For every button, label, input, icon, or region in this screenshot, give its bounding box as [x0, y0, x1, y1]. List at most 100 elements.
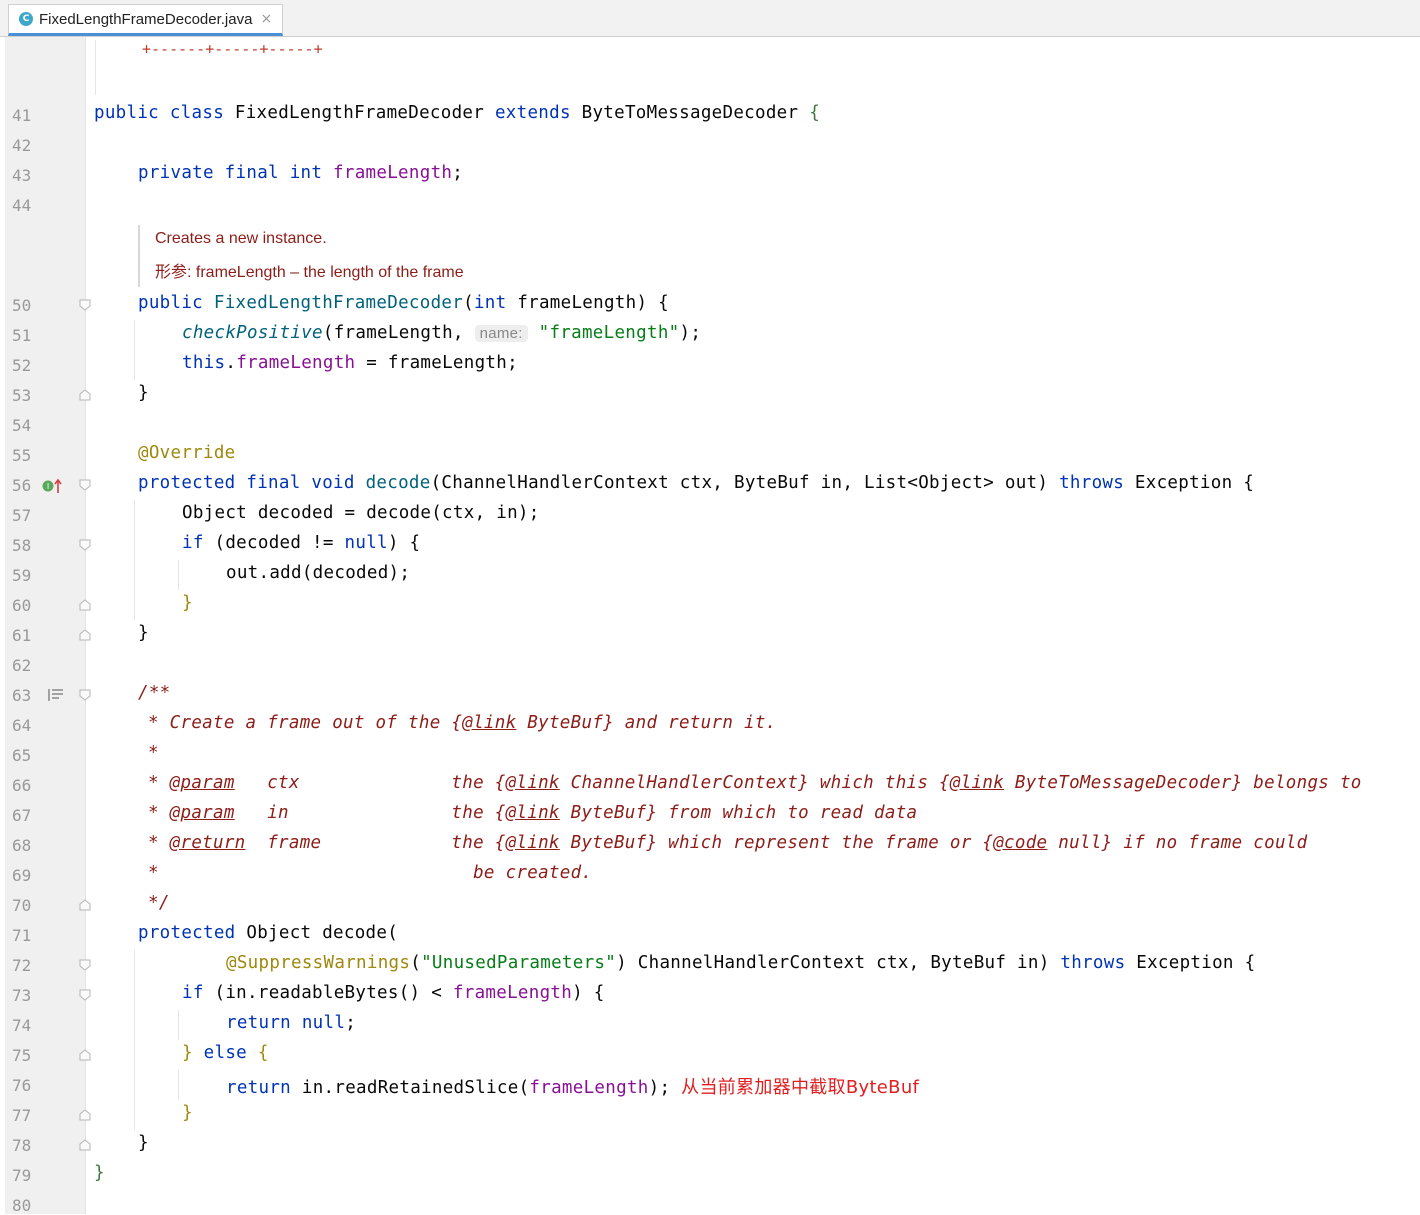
code-line-55: @Override — [138, 443, 236, 463]
line-number: 70 — [12, 896, 32, 915]
line-number: 57 — [12, 506, 32, 525]
code-line-76: return in.readRetainedSlice(frameLength)… — [226, 1073, 919, 1099]
line-number: 42 — [12, 136, 32, 155]
line-number: 50 — [12, 296, 32, 315]
fold-icon[interactable] — [79, 989, 91, 1001]
token: ; — [345, 1013, 357, 1033]
token: @return — [169, 833, 246, 853]
code-line-43: private final int frameLength; — [138, 163, 463, 183]
token: ByteBuf} and return it. — [516, 713, 777, 733]
code-line-73: if (in.readableBytes() < frameLength) { — [182, 983, 605, 1003]
token: frameLength) { — [517, 293, 669, 313]
token: checkPositive — [182, 323, 323, 343]
line-number: 68 — [12, 836, 32, 855]
token: } — [182, 1043, 204, 1063]
token: @link — [462, 713, 517, 733]
token: * Create a frame out of the { — [148, 713, 463, 733]
editor-tab-bar: C FixedLengthFrameDecoder.java × — [0, 0, 1420, 37]
javadoc-description: Creates a new instance. — [155, 230, 327, 247]
fold-icon[interactable] — [79, 1049, 91, 1061]
line-number: 54 — [12, 416, 32, 435]
token: ByteBuf} which represent the frame or { — [559, 833, 994, 853]
token: null} if no frame could — [1047, 833, 1308, 853]
close-icon[interactable]: × — [260, 11, 272, 27]
line-number: 72 — [12, 956, 32, 975]
code-line-52: this.frameLength = frameLength; — [182, 353, 518, 373]
token: * — [148, 833, 170, 853]
tab-fixed-length-frame-decoder[interactable]: C FixedLengthFrameDecoder.java × — [8, 4, 284, 36]
code-line-60: } — [182, 593, 193, 613]
token: ) { — [572, 983, 605, 1003]
code-line-67: * @param in the {@link ByteBuf} from whi… — [148, 803, 917, 823]
token: frame the { — [245, 833, 506, 853]
fold-icon[interactable] — [79, 539, 91, 551]
token: frameLength — [333, 163, 453, 183]
token: ByteToMessageDecoder — [581, 103, 810, 123]
token: * — [148, 773, 170, 793]
java-class-icon: C — [19, 12, 33, 26]
indent-guide — [178, 560, 179, 590]
line-number: 67 — [12, 806, 32, 825]
fold-icon[interactable] — [79, 1109, 91, 1121]
token: protected final void — [138, 473, 366, 493]
rendered-doc-icon[interactable] — [48, 687, 64, 701]
token: FixedLengthFrameDecoder — [213, 293, 464, 313]
line-number: 76 — [12, 1076, 32, 1095]
fold-icon[interactable] — [79, 299, 91, 311]
line-number: 80 — [12, 1196, 32, 1215]
token: @code — [993, 833, 1048, 853]
code-line-77: } — [182, 1103, 193, 1123]
code-line-57: Object decoded = decode(ctx, in); — [182, 503, 540, 523]
code-line-79: } — [94, 1163, 105, 1183]
token: . — [225, 353, 237, 373]
fold-icon[interactable] — [79, 599, 91, 611]
fold-icon[interactable] — [79, 899, 91, 911]
line-number: 79 — [12, 1166, 32, 1185]
line-number: 66 — [12, 776, 32, 795]
line-number: 71 — [12, 926, 32, 945]
code-line-51: checkPositive(frameLength, name: "frameL… — [182, 323, 701, 343]
code-line-50: public FixedLengthFrameDecoder(int frame… — [138, 293, 669, 313]
token: public — [138, 293, 214, 313]
token: if — [182, 983, 215, 1003]
token: ) { — [387, 533, 421, 553]
annotation-note: 从当前累加器中截取ByteBuf — [681, 1077, 920, 1098]
token: frameLength — [452, 983, 573, 1003]
fold-icon[interactable] — [79, 959, 91, 971]
code-line-59: out.add(decoded); — [226, 563, 411, 583]
token: else — [203, 1043, 258, 1063]
fold-icon[interactable] — [79, 479, 91, 491]
token: ctx the { — [234, 773, 506, 793]
line-number: 75 — [12, 1046, 32, 1065]
line-number: 61 — [12, 626, 32, 645]
indent-guide — [134, 500, 135, 620]
fold-icon[interactable] — [79, 389, 91, 401]
line-number: 74 — [12, 1016, 32, 1035]
token: "frameLength" — [538, 323, 680, 343]
override-icon[interactable]: I — [42, 478, 64, 494]
token: ByteToMessageDecoder} belongs to — [1004, 773, 1362, 793]
fold-icon[interactable] — [79, 689, 91, 701]
code-line-74: return null; — [226, 1013, 356, 1033]
token: throws — [1060, 953, 1137, 973]
line-number: 69 — [12, 866, 32, 885]
code-editor[interactable] — [86, 37, 1420, 1214]
line-number: 41 — [12, 106, 32, 125]
token: ByteBuf} from which to read data — [559, 803, 918, 823]
line-number: 52 — [12, 356, 32, 375]
token: { — [809, 103, 821, 123]
line-number: 55 — [12, 446, 32, 465]
javadoc-param: 形参: frameLength – the length of the fram… — [155, 264, 464, 281]
code-line-61: } — [138, 623, 149, 643]
rendered-javadoc: Creates a new instance. 形参: frameLength … — [138, 225, 600, 287]
fold-icon[interactable] — [79, 629, 91, 641]
token: extends — [494, 103, 582, 123]
line-number: 73 — [12, 986, 32, 1005]
token: private final int — [138, 163, 334, 183]
fold-icon[interactable] — [79, 1139, 91, 1151]
code-line-71: protected Object decode( — [138, 923, 398, 943]
line-number: 58 — [12, 536, 32, 555]
indent-guide — [178, 1070, 179, 1100]
token: in the { — [234, 803, 506, 823]
